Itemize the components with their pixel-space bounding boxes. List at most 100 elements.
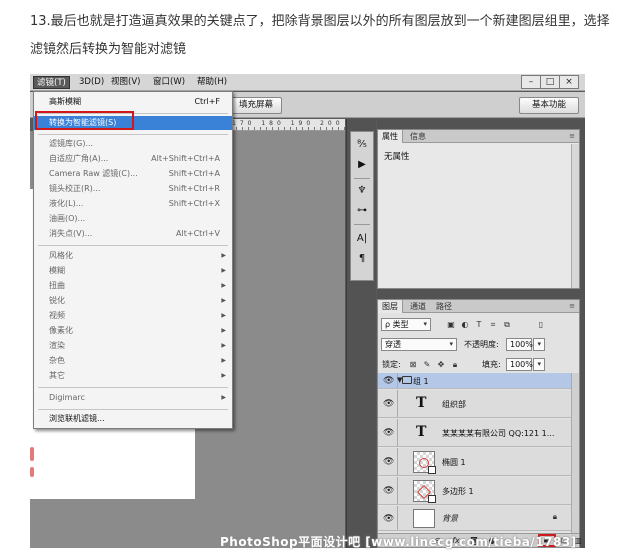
maximize-button[interactable]: □ (540, 75, 560, 89)
fill-dropdown[interactable]: ▾ (533, 358, 545, 371)
menu-item-shortcut: Ctrl+F (194, 97, 220, 106)
menu-filter[interactable]: 滤镜(T) (33, 76, 70, 89)
menu-item-render[interactable]: 渲染 ▶ (34, 339, 232, 353)
menu-item-browse-online[interactable]: 浏览联机滤镜... (34, 412, 232, 426)
fill-input[interactable]: 100% (506, 358, 533, 371)
menu-3d[interactable]: 3D(D) (76, 76, 107, 89)
filter-toggle-icon[interactable]: ▯ (536, 320, 546, 330)
layer-row-background[interactable]: 👁︎ 背景 🔒︎ (378, 506, 571, 531)
layer-kind-select[interactable]: ρ 类型 ▾ (381, 318, 431, 331)
layer-row-group[interactable]: 👁︎ ▼ 组 1 (378, 373, 571, 389)
properties-scrollbar[interactable] (571, 144, 579, 288)
lock-pixels-icon[interactable]: ✎ (422, 360, 432, 370)
layer-row[interactable]: 👁︎ 多边形 1 (378, 477, 571, 505)
play-icon[interactable]: ▶ (351, 156, 373, 174)
folder-icon (402, 376, 412, 384)
menu-item-distort[interactable]: 扭曲 ▶ (34, 279, 232, 293)
menu-bar: 滤镜(T) 3D(D) 视图(V) 窗口(W) 帮助(H) – □ × (30, 74, 585, 91)
tab-layers[interactable]: 图层 (378, 300, 403, 313)
tool-separator (354, 224, 370, 225)
tab-properties[interactable]: 属性 (378, 130, 403, 143)
submenu-arrow-icon: ▶ (221, 282, 226, 289)
opacity-input[interactable]: 100% (506, 338, 533, 351)
menu-view[interactable]: 视图(V) (108, 76, 143, 89)
menu-item-other[interactable]: 其它 ▶ (34, 369, 232, 383)
visibility-column: 👁︎ (378, 419, 398, 446)
menu-item-label: 自适应广角(A)... (49, 154, 109, 163)
menu-separator (38, 245, 228, 246)
ruler-numbers: 170 180 190 200 (232, 120, 344, 127)
panel-menu-icon[interactable]: ≡ (569, 302, 575, 310)
menu-item-noise[interactable]: 杂色 ▶ (34, 354, 232, 368)
menu-item-stylize[interactable]: 风格化 ▶ (34, 249, 232, 263)
layer-row[interactable]: 👁︎ 椭圆 1 (378, 448, 571, 476)
eye-icon[interactable]: 👁︎ (383, 457, 394, 467)
smart-object-filter-icon[interactable]: ⧉ (502, 320, 512, 330)
visibility-column: 👁︎ (378, 506, 398, 530)
menu-item-oil-paint[interactable]: 油画(O)... (34, 212, 232, 226)
shape-filter-icon[interactable]: ⌗ (488, 320, 498, 330)
adjustment-filter-icon[interactable]: ◐ (460, 320, 470, 330)
brush-preset-icon[interactable]: ♆ (351, 182, 373, 200)
menu-item-last-filter[interactable]: 高斯模糊 Ctrl+F (34, 95, 232, 109)
type-layer-icon: T (416, 424, 427, 440)
menu-separator (38, 134, 228, 135)
visibility-column: 👁︎ (378, 373, 398, 388)
measure-icon[interactable]: ⁸⁄₅ (351, 136, 373, 154)
menu-item-adaptive-wide-angle[interactable]: 自适应广角(A)... Alt+Shift+Ctrl+A (34, 152, 232, 166)
submenu-arrow-icon: ▶ (221, 357, 226, 364)
menu-separator (38, 387, 228, 388)
submenu-arrow-icon: ▶ (221, 312, 226, 319)
pixel-filter-icon[interactable]: ▣ (446, 320, 456, 330)
eye-icon[interactable]: 👁︎ (383, 486, 394, 496)
fill-screen-button[interactable]: 填充屏幕 (230, 97, 282, 114)
visibility-column: 👁︎ (378, 390, 398, 417)
menu-item-vanishing-point[interactable]: 消失点(V)... Alt+Ctrl+V (34, 227, 232, 241)
smart-object-badge-icon (428, 466, 436, 474)
tab-channels[interactable]: 通道 (406, 300, 430, 313)
lock-all-icon[interactable]: 🔒︎ (450, 360, 460, 370)
tab-paths[interactable]: 路径 (432, 300, 456, 313)
menu-item-liquify[interactable]: 液化(L)... Shift+Ctrl+X (34, 197, 232, 211)
layer-row[interactable]: 👁︎ T 组织部 (378, 390, 571, 418)
menu-item-lens-correction[interactable]: 镜头校正(R)... Shift+Ctrl+R (34, 182, 232, 196)
menu-item-camera-raw[interactable]: Camera Raw 滤镜(C)... Shift+Ctrl+A (34, 167, 232, 181)
menu-item-pixelate[interactable]: 像素化 ▶ (34, 324, 232, 338)
menu-item-sharpen[interactable]: 锐化 ▶ (34, 294, 232, 308)
layer-name: 背景 (442, 514, 458, 523)
layer-row[interactable]: 👁︎ T 某某某某有限公司 QQ:121 1... (378, 419, 571, 447)
tab-info[interactable]: 信息 (406, 130, 430, 143)
menu-item-filter-gallery[interactable]: 滤镜库(G)... (34, 137, 232, 151)
workspace-button[interactable]: 基本功能 (519, 97, 579, 114)
lock-position-icon[interactable]: ✥ (436, 360, 446, 370)
layers-scrollbar[interactable] (571, 373, 579, 533)
menu-help[interactable]: 帮助(H) (194, 76, 230, 89)
layers-tabs: 图层 通道 路径 ≡ (378, 300, 579, 313)
intro-text: 13.最后也就是打造逼真效果的关键点了，把除背景图层以外的所有图层放到一个新建图… (30, 14, 610, 57)
visibility-column: 👁︎ (378, 448, 398, 475)
layer-thumbnail (413, 480, 436, 503)
eye-icon[interactable]: 👁︎ (383, 399, 394, 409)
menu-item-blur[interactable]: 模糊 ▶ (34, 264, 232, 278)
menu-item-digimarc[interactable]: Digimarc ▶ (34, 391, 232, 405)
opacity-dropdown[interactable]: ▾ (533, 338, 545, 351)
minimize-button[interactable]: – (521, 75, 541, 89)
submenu-arrow-icon: ▶ (221, 342, 226, 349)
submenu-arrow-icon: ▶ (221, 327, 226, 334)
annotation-highlight-box (35, 111, 134, 130)
paragraph-icon[interactable]: ¶ (351, 250, 373, 268)
eye-icon[interactable]: 👁︎ (383, 514, 394, 524)
blend-mode-select[interactable]: 穿透 ▾ (381, 338, 457, 351)
character-icon[interactable]: A| (351, 230, 373, 248)
adjust-icon[interactable]: ⊶ (351, 202, 373, 220)
eye-icon[interactable]: 👁︎ (383, 376, 394, 386)
menu-window[interactable]: 窗口(W) (150, 76, 188, 89)
submenu-arrow-icon: ▶ (221, 297, 226, 304)
visibility-column: 👁︎ (378, 477, 398, 504)
type-filter-icon[interactable]: T (474, 320, 484, 330)
eye-icon[interactable]: 👁︎ (383, 428, 394, 438)
close-button[interactable]: × (559, 75, 579, 89)
menu-item-video[interactable]: 视频 ▶ (34, 309, 232, 323)
lock-transparent-icon[interactable]: ⊠ (408, 360, 418, 370)
panel-menu-icon[interactable]: ≡ (569, 132, 575, 140)
